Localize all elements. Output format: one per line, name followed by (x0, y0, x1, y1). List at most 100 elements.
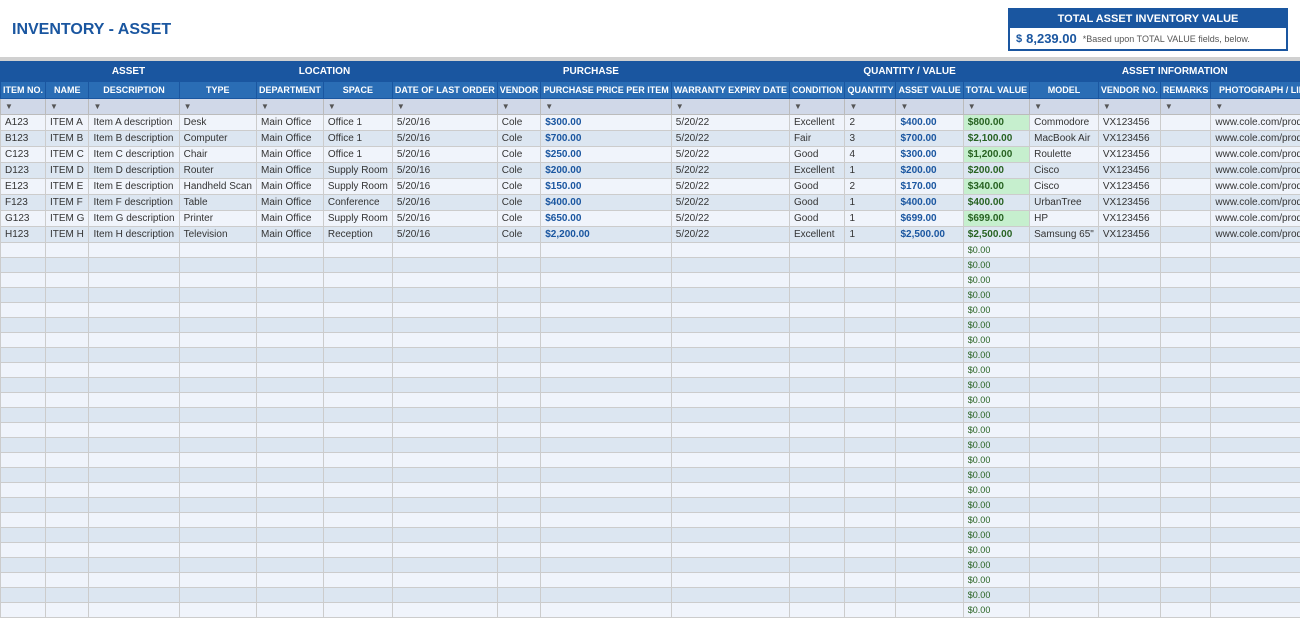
empty-cell (1, 558, 46, 573)
table-cell (1160, 147, 1211, 163)
table-cell: www.cole.com/product (1211, 211, 1300, 227)
empty-cell (896, 333, 963, 348)
empty-cell (1098, 318, 1160, 333)
empty-cell (1211, 408, 1300, 423)
filter-quantity[interactable]: ▼ (845, 99, 896, 115)
total-note: *Based upon TOTAL VALUE fields, below. (1083, 34, 1250, 44)
empty-cell (323, 603, 392, 618)
filter-warranty[interactable]: ▼ (671, 99, 789, 115)
empty-cell (1, 333, 46, 348)
empty-cell (1160, 603, 1211, 618)
empty-cell (392, 288, 497, 303)
empty-cell (671, 408, 789, 423)
empty-cell (1, 438, 46, 453)
empty-cell (789, 453, 845, 468)
table-cell: 5/20/16 (392, 179, 497, 195)
filter-date[interactable]: ▼ (392, 99, 497, 115)
empty-cell (89, 468, 179, 483)
empty-cell (1098, 303, 1160, 318)
empty-cell (1098, 288, 1160, 303)
empty-cell (179, 573, 256, 588)
table-cell: ITEM E (46, 179, 89, 195)
empty-cell (1098, 483, 1160, 498)
filter-space[interactable]: ▼ (323, 99, 392, 115)
empty-cell (671, 438, 789, 453)
empty-cell (179, 543, 256, 558)
table-cell: H123 (1, 227, 46, 243)
table-cell: Conference (323, 195, 392, 211)
empty-cell (789, 318, 845, 333)
empty-cell (789, 423, 845, 438)
empty-cell (179, 348, 256, 363)
empty-cell (497, 603, 541, 618)
empty-cell (392, 483, 497, 498)
table-cell: $1,200.00 (963, 147, 1029, 163)
empty-cell (179, 393, 256, 408)
table-cell: ITEM D (46, 163, 89, 179)
empty-cell (323, 243, 392, 258)
total-amount: 8,239.00 (1026, 31, 1077, 46)
filter-item-no[interactable]: ▼ (1, 99, 46, 115)
filter-total-value[interactable]: ▼ (963, 99, 1029, 115)
empty-cell (89, 573, 179, 588)
filter-name[interactable]: ▼ (46, 99, 89, 115)
table-cell: Item B description (89, 131, 179, 147)
empty-cell: $0.00 (963, 588, 1029, 603)
empty-cell (392, 603, 497, 618)
empty-cell (789, 258, 845, 273)
filter-department[interactable]: ▼ (257, 99, 324, 115)
filter-asset-value[interactable]: ▼ (896, 99, 963, 115)
table-cell: 5/20/16 (392, 147, 497, 163)
empty-cell (1030, 483, 1099, 498)
table-row: G123ITEM GItem G descriptionPrinterMain … (1, 211, 1300, 227)
filter-vendor-no[interactable]: ▼ (1098, 99, 1160, 115)
filter-type[interactable]: ▼ (179, 99, 256, 115)
empty-cell (1030, 573, 1099, 588)
empty-cell (179, 498, 256, 513)
empty-cell (896, 318, 963, 333)
empty-cell (392, 423, 497, 438)
empty-cell (179, 438, 256, 453)
empty-cell (1211, 288, 1300, 303)
empty-cell (1098, 468, 1160, 483)
empty-cell (179, 453, 256, 468)
table-cell: 2 (845, 115, 896, 131)
table-cell: 2 (845, 179, 896, 195)
empty-cell (179, 378, 256, 393)
empty-cell (845, 393, 896, 408)
table-cell: $400.00 (896, 115, 963, 131)
filter-model[interactable]: ▼ (1030, 99, 1099, 115)
filter-row[interactable]: ▼ ▼ ▼ ▼ ▼ ▼ ▼ ▼ ▼ ▼ ▼ ▼ ▼ ▼ ▼ ▼ ▼ ▼ (1, 99, 1300, 115)
filter-photo[interactable]: ▼ (1211, 99, 1300, 115)
empty-cell (845, 558, 896, 573)
empty-cell (1160, 408, 1211, 423)
empty-cell (1098, 603, 1160, 618)
empty-cell (541, 588, 672, 603)
page-title: INVENTORY - ASSET (12, 21, 171, 39)
empty-cell (1030, 348, 1099, 363)
empty-cell (89, 528, 179, 543)
filter-price[interactable]: ▼ (541, 99, 672, 115)
empty-row: $0.00 (1, 513, 1300, 528)
filter-description[interactable]: ▼ (89, 99, 179, 115)
table-cell: HP (1030, 211, 1099, 227)
inventory-table: ASSET LOCATION PURCHASE QUANTITY / VALUE… (0, 61, 1300, 618)
empty-cell (179, 363, 256, 378)
table-cell: Cole (497, 211, 541, 227)
filter-condition[interactable]: ▼ (789, 99, 845, 115)
empty-cell (541, 378, 672, 393)
empty-cell (1160, 528, 1211, 543)
table-cell: 1 (845, 163, 896, 179)
empty-cell (845, 603, 896, 618)
empty-cell (497, 513, 541, 528)
empty-row: $0.00 (1, 318, 1300, 333)
empty-cell (1, 468, 46, 483)
filter-vendor[interactable]: ▼ (497, 99, 541, 115)
table-cell: VX123456 (1098, 179, 1160, 195)
empty-cell (323, 558, 392, 573)
empty-cell (845, 273, 896, 288)
filter-remarks[interactable]: ▼ (1160, 99, 1211, 115)
empty-cell (789, 363, 845, 378)
table-cell: 1 (845, 227, 896, 243)
empty-cell (1, 258, 46, 273)
